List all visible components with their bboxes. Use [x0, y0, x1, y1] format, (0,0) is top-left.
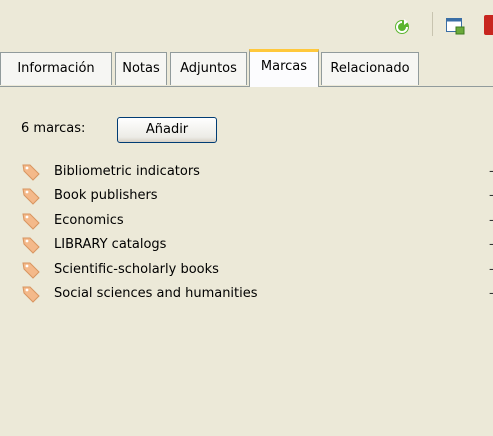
tag-label[interactable]: Bibliometric indicators: [54, 160, 200, 184]
toolbar: [0, 0, 493, 42]
remove-tag-button[interactable]: -: [489, 184, 493, 208]
tag-item[interactable]: Economics -: [22, 209, 493, 233]
tag-label[interactable]: Social sciences and humanities: [54, 282, 258, 306]
remove-tag-button[interactable]: -: [489, 258, 493, 282]
tag-item[interactable]: Bibliometric indicators -: [22, 160, 493, 184]
tag-icon: [22, 286, 40, 303]
tag-label[interactable]: Economics: [54, 209, 124, 233]
tag-icon: [22, 188, 40, 206]
tag-item[interactable]: Book publishers -: [22, 184, 493, 208]
remove-tag-button[interactable]: -: [489, 233, 493, 257]
tab-notas[interactable]: Notas: [115, 52, 167, 85]
tag-item[interactable]: Social sciences and humanities -: [22, 282, 493, 306]
tag-icon: [22, 164, 40, 181]
tag-icon: [22, 237, 40, 254]
tag-label[interactable]: Scientific-scholarly books: [54, 258, 219, 282]
tag-icon: [22, 213, 40, 230]
remove-tag-button[interactable]: -: [489, 209, 493, 233]
add-tag-button[interactable]: Añadir: [117, 117, 217, 143]
tag-list: Bibliometric indicators - Book publisher…: [22, 160, 493, 306]
tag-count-label: 6 marcas:: [21, 121, 86, 136]
tag-item[interactable]: Scientific-scholarly books -: [22, 258, 493, 282]
tab-relacionado[interactable]: Relacionado: [321, 52, 419, 85]
remove-tag-button[interactable]: -: [489, 282, 493, 306]
tag-label[interactable]: LIBRARY catalogs: [54, 233, 166, 257]
tab-informacion[interactable]: Información: [0, 52, 112, 85]
remove-tag-button[interactable]: -: [489, 160, 493, 184]
toolbar-separator: [432, 12, 433, 36]
new-window-icon[interactable]: [446, 17, 465, 35]
close-red-icon[interactable]: [484, 15, 493, 35]
tag-icon: [22, 262, 40, 279]
refresh-icon[interactable]: [393, 17, 411, 35]
tab-adjuntos[interactable]: Adjuntos: [170, 52, 247, 85]
tag-label[interactable]: Book publishers: [54, 184, 158, 208]
tag-item[interactable]: LIBRARY catalogs -: [22, 233, 493, 257]
tab-marcas[interactable]: Marcas: [249, 49, 319, 87]
tab-divider: [0, 86, 493, 87]
